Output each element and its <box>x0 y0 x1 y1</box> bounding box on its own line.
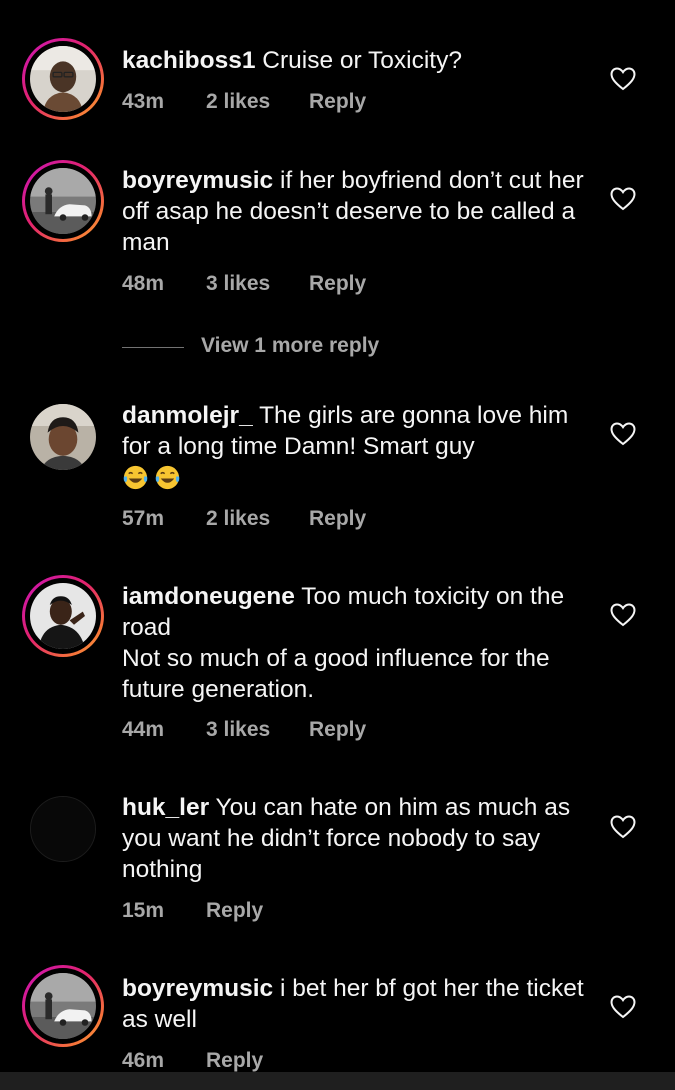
bottom-edge-bar <box>0 1072 675 1090</box>
profile-photo-icon <box>30 404 96 470</box>
comment-text: boyreymusic i bet her bf got her the tic… <box>122 973 592 1035</box>
reply-button[interactable]: Reply <box>206 1049 263 1073</box>
heart-icon[interactable] <box>610 603 636 627</box>
avatar[interactable] <box>22 160 104 242</box>
comment-body-line2: Not so much of a good influence for the … <box>122 645 550 703</box>
comment-text: iamdoneugene Too much toxicity on the ro… <box>122 581 592 705</box>
reply-button[interactable]: Reply <box>309 272 366 296</box>
comment-text: kachiboss1 Cruise or Toxicity? <box>122 45 592 76</box>
emoji-row <box>122 464 186 492</box>
timestamp: 46m <box>122 1049 165 1072</box>
avatar[interactable] <box>22 38 104 120</box>
username[interactable]: boyreymusic <box>122 975 273 1002</box>
divider <box>122 347 184 348</box>
likes-count[interactable]: 3 likes <box>206 272 270 296</box>
timestamp: 43m <box>122 90 165 113</box>
view-more-replies-label[interactable]: View 1 more reply <box>201 334 379 358</box>
comment-text: huk_ler You can hate on him as much as y… <box>122 792 592 885</box>
reply-button[interactable]: Reply <box>309 718 366 742</box>
likes-count[interactable]: 2 likes <box>206 90 270 114</box>
timestamp: 48m <box>122 272 165 295</box>
avatar[interactable] <box>22 965 104 1047</box>
timestamp: 57m <box>122 507 165 530</box>
profile-photo-icon <box>30 168 96 234</box>
likes-count[interactable]: 2 likes <box>206 507 270 531</box>
heart-icon[interactable] <box>610 815 636 839</box>
timestamp: 44m <box>122 718 165 741</box>
profile-photo-icon <box>30 973 96 1039</box>
avatar[interactable] <box>22 575 104 657</box>
reply-button[interactable]: Reply <box>206 899 263 923</box>
heart-icon[interactable] <box>610 422 636 446</box>
comment-text: danmolejr_ The girls are gonna love him … <box>122 400 592 462</box>
username[interactable]: boyreymusic <box>122 167 273 194</box>
laughing-tears-emoji-icon <box>122 464 149 491</box>
username[interactable]: iamdoneugene <box>122 583 295 610</box>
profile-photo-icon <box>30 583 96 649</box>
timestamp: 15m <box>122 899 165 922</box>
username[interactable]: huk_ler <box>122 794 209 821</box>
reply-button[interactable]: Reply <box>309 90 366 114</box>
heart-icon[interactable] <box>610 67 636 91</box>
profile-photo-icon <box>30 796 96 862</box>
heart-icon[interactable] <box>610 187 636 211</box>
comment-body: Cruise or Toxicity? <box>262 47 462 74</box>
likes-count[interactable]: 3 likes <box>206 718 270 742</box>
heart-icon[interactable] <box>610 995 636 1019</box>
comment-text: boyreymusic if her boyfriend don’t cut h… <box>122 165 592 258</box>
username[interactable]: kachiboss1 <box>122 47 255 74</box>
reply-button[interactable]: Reply <box>309 507 366 531</box>
laughing-tears-emoji-icon <box>154 464 181 491</box>
avatar[interactable] <box>22 396 104 478</box>
username[interactable]: danmolejr_ <box>122 402 253 429</box>
avatar[interactable] <box>22 788 104 870</box>
profile-photo-icon <box>30 46 96 112</box>
